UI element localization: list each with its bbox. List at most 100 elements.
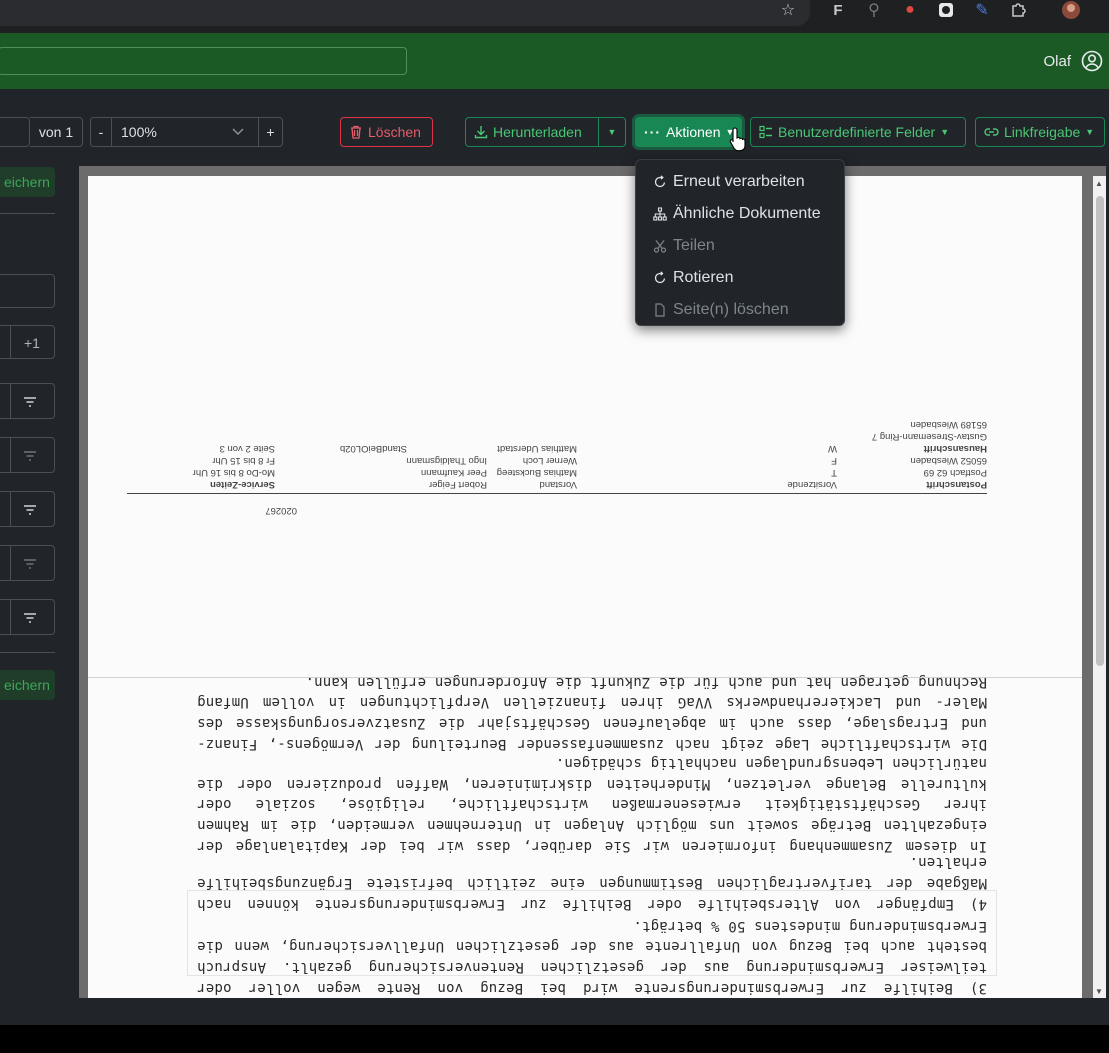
scroll-down-icon[interactable]: ▼ — [1095, 987, 1103, 996]
delete-label: Löschen — [368, 124, 421, 140]
paragraph-4: 4) Empfänger von Altersbeihilfe oder Bei… — [197, 854, 987, 912]
zoom-out-button[interactable]: - — [90, 117, 112, 147]
footer-heading: Vorsitzende — [787, 479, 837, 490]
extension-key-icon[interactable]: ⚲ — [864, 0, 884, 20]
footer-col-board-2: Robert Feiger Peer Kaufmann Ingo Thaldig… — [406, 454, 487, 490]
bookmark-star-icon[interactable]: ☆ — [778, 0, 798, 20]
caret-down-icon: ▼ — [1085, 127, 1095, 137]
footer-heading: Vorstand — [539, 479, 578, 490]
save-label: eichern — [4, 677, 50, 693]
save-label: eichern — [4, 174, 50, 190]
paragraph-3: 3) Beihilfe zur Erwerbsminderungsrente w… — [197, 917, 987, 996]
diagram-icon — [653, 207, 667, 221]
filter-icon[interactable] — [22, 394, 38, 410]
save-button-top[interactable]: eichern — [0, 167, 55, 197]
footer-heading: Hausanschrift — [923, 443, 987, 454]
sidebar-filter-field-4[interactable] — [0, 545, 55, 581]
file-icon — [655, 303, 665, 317]
scrollbar-thumb[interactable] — [1096, 196, 1104, 666]
zoom-value: 100% — [121, 124, 157, 140]
sidebar-divider — [0, 652, 55, 653]
custom-fields-label: Benutzerdefinierte Felder — [778, 124, 936, 140]
extension-square-icon[interactable] — [936, 0, 956, 20]
download-options-toggle[interactable]: ▼ — [598, 117, 626, 147]
pdf-viewer[interactable]: 3) Beihilfe zur Erwerbsminderungsrente w… — [79, 166, 1106, 998]
menu-item-rotate[interactable]: Rotieren — [636, 262, 844, 294]
sidebar-filter-field-2[interactable] — [0, 437, 55, 473]
zoom-select[interactable]: 100% — [111, 117, 259, 147]
bottom-bar — [0, 1025, 1109, 1053]
sidebar-divider — [0, 213, 55, 214]
footer-line: Peer Kaufmann — [420, 467, 487, 478]
filter-icon[interactable] — [22, 556, 38, 572]
extension-colorful-icon[interactable]: ● — [900, 0, 920, 20]
actions-dropdown-menu: Erneut verarbeiten Ähnliche Dokumente Te… — [635, 159, 845, 326]
download-button[interactable]: Herunterladen — [465, 117, 599, 147]
filter-icon[interactable] — [22, 502, 38, 518]
filter-icon[interactable] — [22, 610, 38, 626]
person-circle-icon[interactable] — [1081, 50, 1103, 72]
plus-one-button[interactable]: +1 — [24, 335, 40, 351]
footer-col-board: Vorstand Mathias Bucksteeg Werner Loch M… — [497, 442, 577, 490]
browser-toolbar: ☆ F ⚲ ● ✎ — [0, 0, 1109, 33]
footer-line: Seite 2 von 3 — [219, 443, 275, 454]
paragraph-economic-situation: Die wirtschaftliche Lage zeigt nach zusa… — [197, 673, 987, 752]
ui-checks-icon — [759, 125, 772, 139]
delete-button[interactable]: Löschen — [340, 117, 433, 147]
sidebar-number-field[interactable]: +1 — [0, 325, 55, 359]
menu-item-reprocess[interactable]: Erneut verarbeiten — [636, 166, 844, 198]
extension-f-icon[interactable]: F — [828, 0, 848, 20]
footer-line: Werner Loch — [522, 455, 577, 466]
footer-line: F — [831, 455, 837, 466]
extension-pen-icon[interactable]: ✎ — [972, 0, 992, 20]
extensions-puzzle-icon[interactable] — [1008, 0, 1028, 20]
custom-fields-dropdown-button[interactable]: Benutzerdefinierte Felder ▼ — [750, 117, 966, 147]
menu-item-delete-pages[interactable]: Seite(n) löschen — [636, 294, 844, 326]
footer-line: Gustav-Stresemann-Ring 7 — [871, 431, 987, 442]
scroll-up-icon[interactable]: ▲ — [1095, 179, 1103, 188]
page-of-label: von 1 — [30, 117, 83, 147]
caret-down-icon: ▼ — [607, 127, 617, 137]
page-number-input[interactable] — [0, 117, 30, 147]
chevron-down-icon — [232, 128, 244, 136]
sidebar-text-field[interactable] — [0, 274, 55, 308]
arrow-clockwise-icon — [654, 271, 666, 284]
global-search-input[interactable] — [0, 47, 407, 75]
document-number: 020267 — [265, 505, 297, 516]
zoom-in-button[interactable]: + — [258, 117, 283, 147]
user-name[interactable]: Olaf — [1043, 53, 1071, 70]
save-button-bottom[interactable]: eichern — [0, 670, 55, 700]
footer-rule — [127, 493, 987, 494]
sidebar-filter-field-5[interactable] — [0, 599, 55, 635]
footer-line: Robert Feiger — [428, 479, 487, 490]
footer-line: Mo-Do 8 bis 16 Uhr — [192, 467, 275, 478]
footer-line: 65189 Wiesbaden — [910, 419, 987, 430]
viewer-scrollbar[interactable]: ▲ ▼ — [1093, 176, 1106, 998]
footer-line: Matthias Uderstadt — [497, 443, 577, 454]
footer-line: Fr 8 bis 15 Uhr — [212, 455, 275, 466]
footer-line: Postfach 62 69 — [923, 467, 987, 478]
footer-line: 65052 Wiesbaden — [910, 455, 987, 466]
share-link-dropdown-button[interactable]: Linkfreigabe ▼ — [975, 117, 1105, 147]
rotated-page-content: 3) Beihilfe zur Erwerbsminderungsrente w… — [88, 176, 1082, 998]
sidebar-filter-field-3[interactable] — [0, 491, 55, 527]
actions-dropdown-button[interactable]: ··· Aktionen ▼ — [635, 117, 742, 147]
footer-line: Mathias Bucksteeg — [496, 467, 577, 478]
sidebar-filter-field-1[interactable] — [0, 383, 55, 419]
browser-address-bar[interactable] — [0, 0, 810, 26]
arrow-repeat-icon — [654, 175, 666, 188]
pdf-page: 3) Beihilfe zur Erwerbsminderungsrente w… — [88, 176, 1082, 998]
link-icon — [984, 128, 999, 136]
menu-item-label: Seite(n) löschen — [673, 301, 789, 318]
menu-item-split[interactable]: Teilen — [636, 230, 844, 262]
share-link-label: Linkfreigabe — [1004, 124, 1081, 140]
footer-heading: Postanschrift — [926, 479, 987, 490]
footer-heading: Service-Zeiten — [210, 479, 275, 490]
trash-icon — [351, 125, 361, 139]
browser-profile-avatar[interactable] — [1061, 0, 1081, 20]
download-label: Herunterladen — [493, 124, 582, 140]
filter-icon[interactable] — [22, 448, 38, 464]
menu-item-label: Ähnliche Dokumente — [673, 205, 821, 222]
footer-line: W — [828, 443, 837, 454]
menu-item-similar-documents[interactable]: Ähnliche Dokumente — [636, 198, 844, 230]
